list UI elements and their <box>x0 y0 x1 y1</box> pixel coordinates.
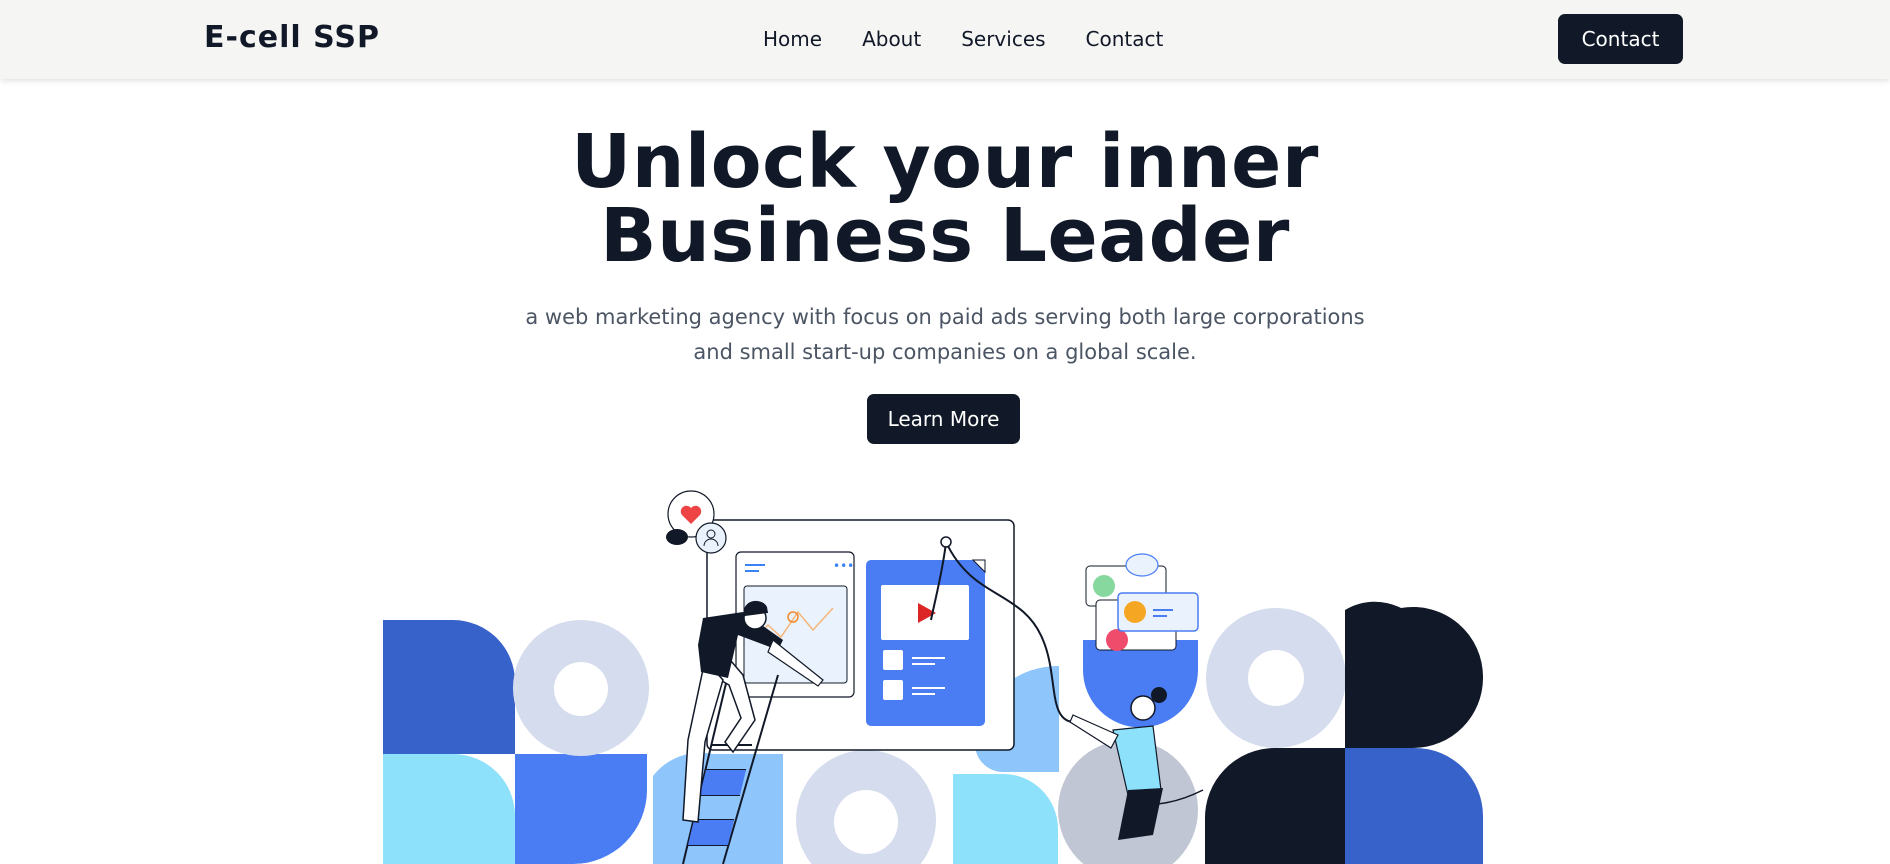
nav-links: Home About Services Contact <box>763 27 1163 51</box>
user-avatar-green <box>1093 575 1115 597</box>
user-avatar-orange <box>1124 601 1146 623</box>
woman-head <box>1130 695 1156 721</box>
more-icon: ••• <box>833 559 854 573</box>
hero-title-line-2: Business Leader <box>600 193 1290 279</box>
hero-illustration: ••• <box>383 490 1483 864</box>
woman-hair-bun <box>1151 687 1167 703</box>
hero-title-line-1: Unlock your inner <box>571 119 1319 205</box>
navbar: E-cell SSP Home About Services Contact C… <box>0 0 1890 79</box>
nav-link-about[interactable]: About <box>862 27 921 51</box>
hero-subtitle: a web marketing agency with focus on pai… <box>525 305 1365 364</box>
tile-pale-ring-left <box>512 620 650 756</box>
video-card <box>866 560 985 726</box>
nav-link-home[interactable]: Home <box>763 27 822 51</box>
learn-more-button[interactable]: Learn More <box>867 394 1020 444</box>
site-logo[interactable]: E-cell SSP <box>204 20 380 55</box>
woman-arm <box>1069 714 1119 749</box>
tile-dark-bottom <box>1204 748 1345 864</box>
nav-link-services[interactable]: Services <box>961 27 1045 51</box>
tile-pale-ring-right <box>1206 608 1346 748</box>
tile-royal-right <box>1345 748 1483 864</box>
chat-icon <box>666 529 688 545</box>
message-bubble <box>1125 553 1159 577</box>
user-avatar-red <box>1106 629 1128 651</box>
tile-dark-top <box>1345 601 1483 748</box>
checkbox-2 <box>883 680 903 700</box>
hero-title: Unlock your inner Business Leader <box>0 125 1890 273</box>
contact-button[interactable]: Contact <box>1558 14 1683 64</box>
tile-royal-quarter <box>383 620 515 754</box>
tile-cyan-right <box>953 774 1058 864</box>
rope-pin <box>940 536 952 548</box>
tile-pale-ring-center <box>796 750 936 864</box>
tile-cyan-quarter <box>383 754 515 864</box>
checkbox-1 <box>883 650 903 670</box>
tile-blue-quarter <box>515 754 647 864</box>
nav-link-contact[interactable]: Contact <box>1086 27 1164 51</box>
